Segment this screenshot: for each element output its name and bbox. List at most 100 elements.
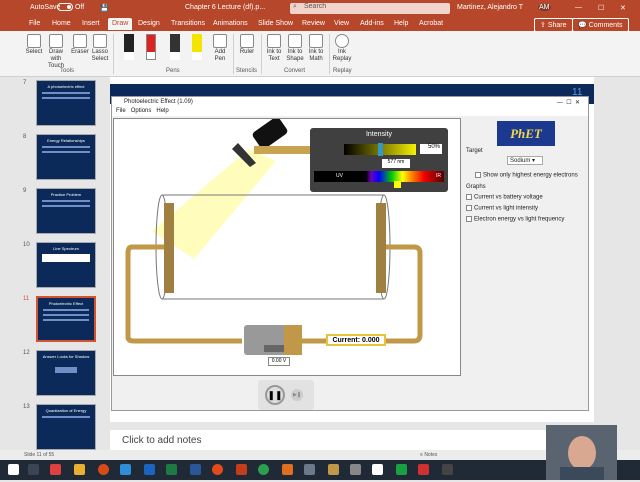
- tab-insert[interactable]: Insert: [82, 20, 100, 27]
- wavelength-value[interactable]: 577 nm: [382, 159, 410, 168]
- pause-button[interactable]: ❚❚: [265, 385, 285, 405]
- intensity-value[interactable]: 50%: [420, 144, 442, 154]
- taskbar: [0, 460, 640, 480]
- wavelength-slider[interactable]: [314, 171, 444, 182]
- app-icon[interactable]: [50, 464, 61, 475]
- settings-icon[interactable]: [350, 464, 361, 475]
- tab-help[interactable]: Help: [394, 20, 408, 27]
- save-icon[interactable]: 💾: [100, 4, 109, 12]
- playback-controls: ❚❚ ▶❚: [258, 380, 314, 410]
- ink-to-shape-button[interactable]: Ink to Shape: [285, 34, 305, 63]
- ink-math-icon: [309, 34, 323, 48]
- media-icon[interactable]: [212, 464, 223, 475]
- app-icon[interactable]: [442, 464, 453, 475]
- autosave-toggle[interactable]: Off: [57, 3, 84, 11]
- step-button[interactable]: ▶❚: [291, 389, 303, 401]
- slide-thumbnail[interactable]: Line Spectrum: [36, 242, 96, 288]
- maximize-icon[interactable]: ☐: [598, 4, 604, 12]
- wavelength-slider-handle[interactable]: [394, 181, 401, 188]
- target-dropdown[interactable]: Sodium ▾: [507, 156, 543, 165]
- tab-view[interactable]: View: [334, 20, 349, 27]
- slide-thumbnail[interactable]: Practice Problem: [36, 188, 96, 234]
- tab-draw[interactable]: Draw: [108, 18, 133, 30]
- graph-checkbox-frequency[interactable]: Electron energy vs light frequency: [466, 216, 564, 223]
- graph-checkbox-voltage[interactable]: Current vs battery voltage: [466, 194, 543, 201]
- tab-add-ins[interactable]: Add-ins: [360, 20, 384, 27]
- phet-menu-file[interactable]: File: [116, 108, 126, 114]
- word-icon[interactable]: [190, 464, 201, 475]
- thumb-number: 11: [23, 296, 30, 302]
- ink-to-text-button[interactable]: Ink to Text: [264, 34, 284, 63]
- draw-with-touch-button[interactable]: Draw with Touch: [44, 34, 68, 70]
- ruler-button[interactable]: Ruler: [237, 34, 257, 56]
- lamp-wire: [254, 146, 314, 154]
- search-icon[interactable]: [28, 464, 39, 475]
- select-button[interactable]: Select: [24, 34, 44, 56]
- photos-icon[interactable]: [372, 464, 383, 475]
- intensity-slider-handle[interactable]: [378, 143, 383, 156]
- tab-animations[interactable]: Animations: [213, 20, 248, 27]
- app-icon[interactable]: [304, 464, 315, 475]
- close-icon[interactable]: ✕: [620, 4, 626, 12]
- chrome-icon[interactable]: [258, 464, 269, 475]
- lasso-icon: [93, 34, 107, 48]
- tab-review[interactable]: Review: [302, 20, 325, 27]
- lasso-select-button[interactable]: Lasso Select: [90, 34, 110, 63]
- highlighter-yellow[interactable]: [192, 34, 202, 60]
- ink-to-math-button[interactable]: Ink to Math: [306, 34, 326, 63]
- comments-button[interactable]: 💬 Comments: [572, 18, 629, 32]
- ribbon-tabs: File Home Insert Draw Design Transitions…: [0, 17, 640, 32]
- pen-dark[interactable]: [170, 34, 180, 60]
- divider: [113, 34, 114, 74]
- camtasia-icon[interactable]: [396, 464, 407, 475]
- phet-close-icon[interactable]: — ☐ ✕: [557, 99, 580, 106]
- add-pen-button[interactable]: Add Pen: [210, 34, 230, 63]
- excel-icon[interactable]: [166, 464, 177, 475]
- chevron-down-icon: ▾: [532, 158, 536, 164]
- step-icon: ▶❚: [292, 392, 302, 398]
- tab-transitions[interactable]: Transitions: [171, 20, 205, 27]
- tab-slide-show[interactable]: Slide Show: [258, 20, 293, 27]
- firefox-icon[interactable]: [98, 464, 109, 475]
- graph-checkbox-intensity[interactable]: Current vs light intensity: [466, 205, 538, 212]
- slide-thumbnail[interactable]: A photoelectric effect: [36, 80, 96, 126]
- file-explorer-icon[interactable]: [74, 464, 85, 475]
- slide-thumbnail[interactable]: Quantization of Energy: [36, 404, 96, 450]
- outlook-icon[interactable]: [144, 464, 155, 475]
- slide-thumbnail[interactable]: Energy Relationships: [36, 134, 96, 180]
- autosave-label: AutoSave: [30, 4, 61, 11]
- thumb-number: 9: [23, 188, 27, 194]
- eraser-icon: [73, 34, 87, 48]
- recorder-icon[interactable]: [418, 464, 429, 475]
- phet-menu-help[interactable]: Help: [156, 108, 168, 114]
- thumb-number: 10: [23, 242, 30, 248]
- slide-thumbnail-selected[interactable]: Photoelectric Effect: [36, 296, 96, 342]
- slide-thumbnail[interactable]: Answer Looks for Shadow: [36, 350, 96, 396]
- phet-window-title: Photoelectric Effect (1.09) — ☐ ✕: [112, 97, 588, 107]
- search-input[interactable]: ⌕ Search: [290, 3, 450, 14]
- ribbon: Select Draw with Touch Eraser Lasso Sele…: [0, 31, 640, 77]
- java-icon[interactable]: [328, 464, 339, 475]
- powerpoint-icon[interactable]: [236, 464, 247, 475]
- start-icon[interactable]: [8, 464, 19, 475]
- ink-text-icon: [267, 34, 281, 48]
- voltage-readout: 0.00 V: [268, 357, 290, 366]
- edge-icon[interactable]: [120, 464, 131, 475]
- minimize-icon[interactable]: —: [575, 4, 582, 11]
- share-button[interactable]: ⇪ Share: [534, 18, 573, 32]
- tab-design[interactable]: Design: [138, 20, 160, 27]
- phet-menu-options[interactable]: Options: [131, 108, 152, 114]
- tab-acrobat[interactable]: Acrobat: [419, 20, 443, 27]
- pen-red[interactable]: [146, 34, 156, 60]
- tab-file[interactable]: File: [29, 20, 40, 27]
- notes-pane[interactable]: Click to add notes: [110, 430, 594, 450]
- show-highest-checkbox[interactable]: Show only highest energy electrons: [475, 172, 578, 179]
- eraser-button[interactable]: Eraser: [70, 34, 90, 56]
- pen-black[interactable]: [124, 34, 134, 60]
- target-label: Target: [466, 148, 483, 154]
- notes-button[interactable]: ≡ Notes: [420, 452, 437, 458]
- ink-replay-button[interactable]: Ink Replay: [332, 34, 352, 63]
- snip-icon[interactable]: [282, 464, 293, 475]
- avatar[interactable]: AM: [538, 4, 551, 11]
- tab-home[interactable]: Home: [52, 20, 71, 27]
